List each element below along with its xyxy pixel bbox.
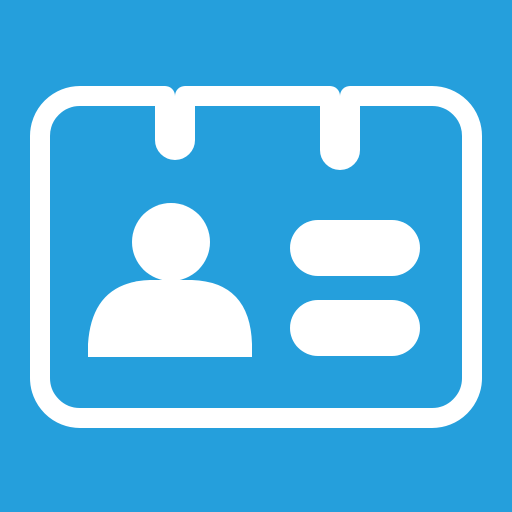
app-tile[interactable] [0,0,512,512]
tile-background [0,0,512,512]
person-head [132,203,210,281]
text-line-1 [290,220,420,276]
text-line-2 [290,300,420,356]
person-shoulders [88,280,252,357]
contact-card-icon [0,0,512,512]
